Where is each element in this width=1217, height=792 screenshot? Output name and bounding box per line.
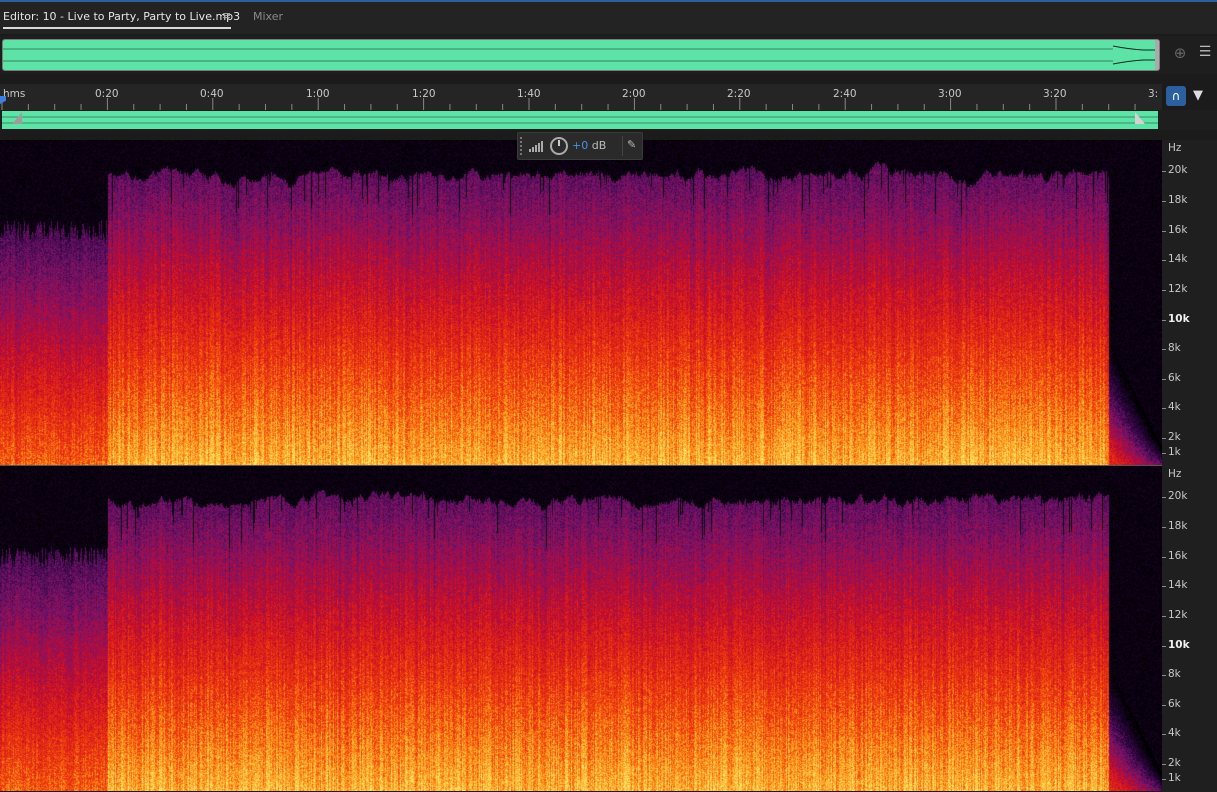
volume-knob-icon[interactable] (550, 137, 568, 155)
frequency-label: 16k (1168, 224, 1188, 236)
navigator-waveform[interactable] (2, 111, 1158, 129)
volume-value[interactable]: +0 dB (572, 139, 606, 152)
zoom-navigator[interactable] (0, 110, 1162, 130)
tab-mixer[interactable]: Mixer (253, 10, 283, 23)
pin-icon[interactable]: ✎ (627, 138, 636, 151)
volume-number: +0 (572, 139, 589, 152)
frequency-label: 18k (1168, 194, 1188, 206)
volume-unit: dB (591, 139, 607, 152)
tab-menu-icon[interactable]: ≡ (222, 9, 231, 22)
frequency-tick (1162, 171, 1166, 172)
frequency-label: 4k (1168, 727, 1181, 739)
frequency-label: 6k (1168, 698, 1181, 710)
frequency-unit: Hz (1168, 142, 1182, 154)
frequency-label: 14k (1168, 253, 1188, 265)
frequency-label: 1k (1168, 772, 1181, 784)
frequency-label: 18k (1168, 520, 1188, 532)
frequency-tick (1162, 290, 1166, 291)
frequency-label: 16k (1168, 550, 1188, 562)
frequency-tick (1162, 438, 1166, 439)
spectrogram-channel-right[interactable] (0, 466, 1162, 791)
frequency-tick (1162, 453, 1166, 454)
frequency-label: 1k (1168, 446, 1181, 458)
overview-waveform-trace (3, 40, 1159, 70)
frequency-tick (1162, 705, 1166, 706)
frequency-label: 14k (1168, 579, 1188, 591)
list-panel-icon[interactable]: ☰ (1197, 44, 1213, 64)
frequency-tick (1162, 231, 1166, 232)
hud-drag-grip[interactable] (520, 137, 526, 155)
frequency-tick (1162, 408, 1166, 409)
volume-hud[interactable]: +0 dB ✎ (517, 132, 643, 160)
navigator-right-gutter (1162, 110, 1217, 130)
waveform-overview[interactable]: ⊕ ☰ (0, 36, 1217, 74)
frequency-label: 12k (1168, 609, 1188, 621)
zoom-to-selection-icon[interactable]: ⊕ (1170, 44, 1190, 64)
frequency-tick (1162, 201, 1166, 202)
frequency-label: 10k (1168, 313, 1190, 325)
frequency-label: 12k (1168, 283, 1188, 295)
frequency-tick (1162, 320, 1166, 321)
marker-pin-icon[interactable]: ▼ (1191, 86, 1205, 106)
time-ruler[interactable]: hms 0:20 0:40 1:00 1:20 1:40 2:00 2:20 2… (0, 84, 1162, 110)
spectrogram-channel-left[interactable] (0, 140, 1162, 465)
frequency-label: 2k (1168, 757, 1181, 769)
spectrogram-canvas (0, 466, 1162, 791)
navigator-waveform-trace (2, 116, 1158, 124)
frequency-tick (1162, 779, 1166, 780)
frequency-tick (1162, 349, 1166, 350)
frequency-tick (1162, 734, 1166, 735)
frequency-label: 8k (1168, 342, 1181, 354)
frequency-label: 8k (1168, 668, 1181, 680)
overview-waveform[interactable] (2, 39, 1160, 71)
frequency-label: 10k (1168, 639, 1190, 651)
frequency-unit: Hz (1168, 468, 1182, 480)
frequency-tick (1162, 497, 1166, 498)
frequency-tick (1162, 646, 1166, 647)
frequency-scale-right[interactable]: Hz 20k 18k 16k 14k 12k 10k 8k 6k 4k 2k 1k (1162, 466, 1217, 792)
active-tab-underline (3, 27, 231, 29)
frequency-label: 2k (1168, 431, 1181, 443)
frequency-scale-left[interactable]: Hz 20k 18k 16k 14k 12k 10k 8k 6k 4k 2k 1k (1162, 140, 1217, 466)
spectrogram-canvas (0, 140, 1162, 465)
tab-editor[interactable]: Editor: 10 - Live to Party, Party to Liv… (3, 10, 240, 23)
hud-divider (622, 136, 623, 156)
overview-separator (0, 74, 1217, 84)
panel-tab-bar: Editor: 10 - Live to Party, Party to Liv… (0, 2, 1217, 34)
frequency-tick (1162, 557, 1166, 558)
frequency-label: 4k (1168, 401, 1181, 413)
frequency-tick (1162, 675, 1166, 676)
frequency-label: 20k (1168, 490, 1188, 502)
level-meter-icon (529, 141, 543, 152)
frequency-label: 20k (1168, 164, 1188, 176)
frequency-tick (1162, 379, 1166, 380)
frequency-label: 6k (1168, 372, 1181, 384)
frequency-tick (1162, 764, 1166, 765)
frequency-tick (1162, 616, 1166, 617)
snap-magnet-icon[interactable]: ∩ (1166, 86, 1186, 106)
frequency-tick (1162, 260, 1166, 261)
frequency-tick (1162, 527, 1166, 528)
frequency-tick (1162, 586, 1166, 587)
